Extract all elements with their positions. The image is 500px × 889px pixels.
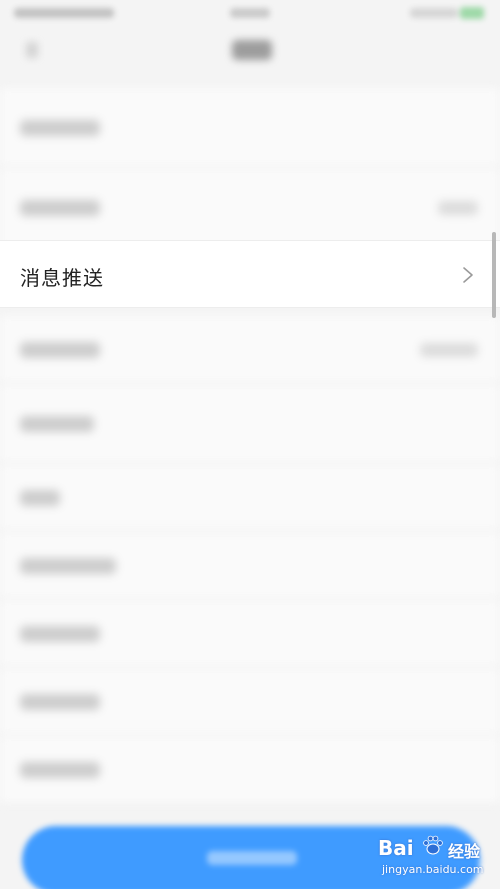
settings-row-blurred[interactable] xyxy=(0,464,500,532)
scrollbar[interactable] xyxy=(492,232,496,318)
watermark-brand: Bai xyxy=(378,836,414,860)
settings-row-blurred[interactable] xyxy=(0,600,500,668)
blurred-background xyxy=(0,0,500,889)
settings-row-blurred[interactable] xyxy=(0,316,500,384)
status-bar-carrier xyxy=(14,8,114,18)
chevron-right-icon xyxy=(463,267,473,283)
watermark: Bai 经验 jingyan.baidu.com xyxy=(378,830,498,882)
settings-list xyxy=(0,88,500,804)
settings-item-label: 消息推送 xyxy=(20,266,104,290)
primary-action-label xyxy=(207,851,297,865)
status-bar-indicators xyxy=(410,8,458,18)
battery-icon xyxy=(460,7,484,19)
settings-row-blurred[interactable] xyxy=(0,668,500,736)
settings-row-blurred[interactable] xyxy=(0,384,500,464)
settings-row-blurred[interactable] xyxy=(0,88,500,168)
settings-row-blurred[interactable] xyxy=(0,168,500,248)
baidu-paw-icon xyxy=(423,835,443,855)
watermark-url: jingyan.baidu.com xyxy=(382,863,484,876)
watermark-brand-suffix: 经验 xyxy=(448,842,481,861)
settings-item-message-push[interactable]: 消息推送 xyxy=(0,240,500,308)
back-icon[interactable] xyxy=(26,42,38,58)
status-bar xyxy=(0,0,500,28)
status-bar-time xyxy=(230,8,270,18)
settings-row-blurred[interactable] xyxy=(0,532,500,600)
settings-row-blurred[interactable] xyxy=(0,736,500,804)
page-title xyxy=(232,40,272,60)
nav-bar xyxy=(0,28,500,78)
